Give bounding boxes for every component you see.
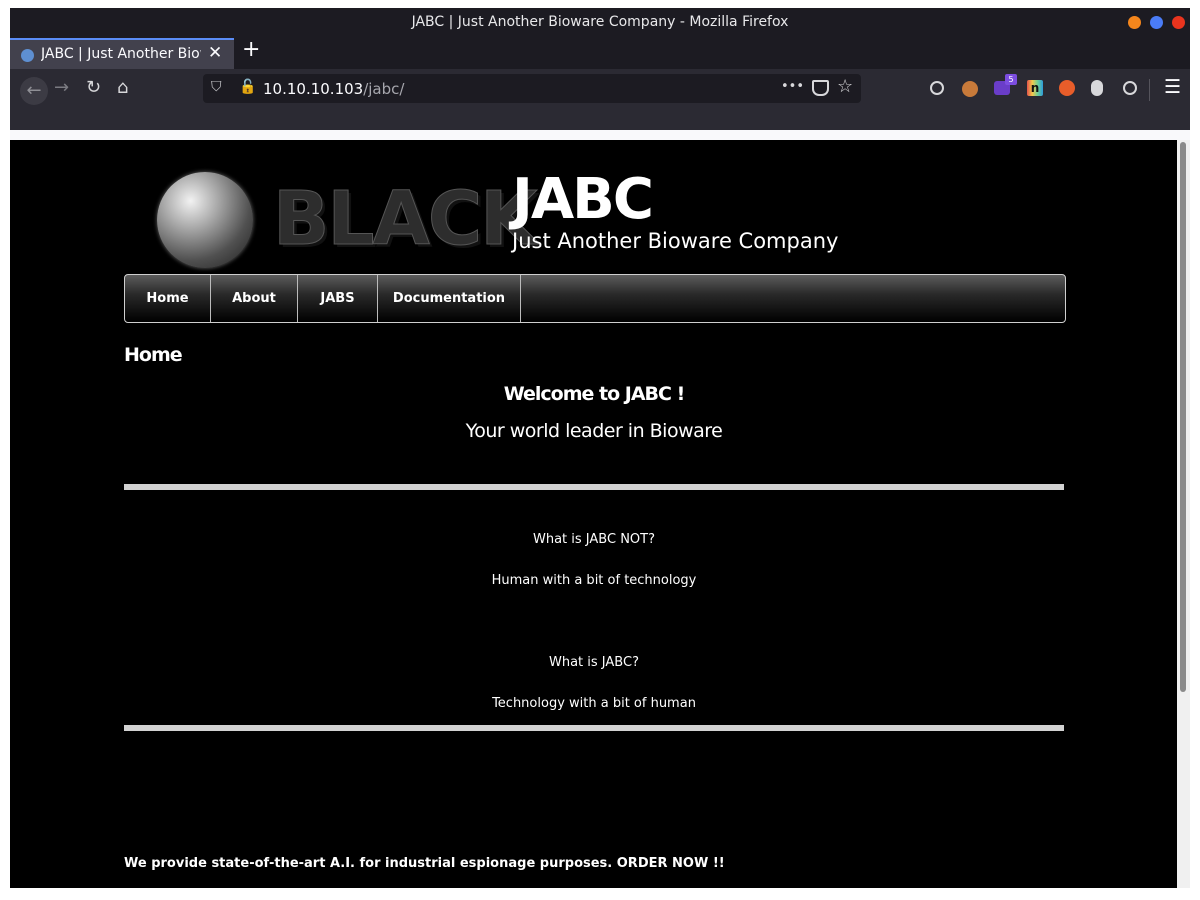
back-arrow-icon[interactable]: ←	[20, 77, 48, 105]
toolbar-gap	[10, 109, 1190, 130]
window-titlebar: JABC | Just Another Bioware Company - Mo…	[10, 8, 1190, 36]
menu-item-documentation[interactable]: Documentation	[378, 275, 521, 322]
site-name[interactable]: JABC	[512, 168, 654, 232]
home-icon[interactable]: ⌂	[117, 77, 128, 98]
tab-jabc[interactable]: JABC | Just Another Bioware Company ✕	[10, 38, 234, 69]
extension-badge-count: 5	[1005, 74, 1017, 85]
divider-bottom	[124, 725, 1064, 731]
menu-item-home[interactable]: Home	[125, 275, 211, 322]
pocket-icon[interactable]	[812, 80, 829, 96]
site-body: BLACK JABC Just Another Bioware Company …	[10, 140, 1177, 888]
answer-not: Human with a bit of technology	[491, 573, 697, 588]
new-tab-button[interactable]: +	[242, 37, 260, 62]
divider-top	[124, 484, 1064, 490]
question-not: What is JABC NOT?	[532, 532, 655, 547]
close-tab-icon[interactable]: ✕	[208, 43, 222, 63]
menu-divider	[1149, 79, 1150, 101]
minimize-button[interactable]	[1128, 16, 1141, 29]
question-is: What is JABC?	[549, 655, 639, 670]
window-title: JABC | Just Another Bioware Company - Mo…	[411, 14, 789, 30]
scrollbar-thumb[interactable]	[1180, 142, 1186, 692]
reload-icon[interactable]: ↻	[86, 77, 101, 98]
page-title: Home	[124, 344, 183, 366]
url-path: /jabc/	[363, 80, 405, 98]
answer-is: Technology with a bit of human	[492, 696, 696, 711]
maximize-button[interactable]	[1150, 16, 1163, 29]
logo-sphere-icon	[157, 172, 253, 268]
insecure-lock-icon[interactable]: 🔓	[239, 79, 256, 95]
foxyproxy-extension-icon[interactable]	[1059, 80, 1075, 96]
welcome-heading: Welcome to JABC !	[503, 383, 686, 405]
navigation-toolbar: ← → ↻ ⌂ ⛉ 🔓 10.10.10.103/jabc/ ••• ☆ 5 n…	[10, 69, 1190, 109]
notion-extension-icon[interactable]: n	[1027, 80, 1043, 96]
site-logo[interactable]: BLACK	[155, 170, 538, 270]
menu-item-about[interactable]: About	[211, 275, 298, 322]
url-text[interactable]: 10.10.10.103/jabc/	[263, 80, 404, 98]
footer-text: We provide state-of-the-art A.I. for ind…	[124, 856, 725, 871]
url-host: 10.10.10.103	[263, 80, 364, 98]
bookmark-star-icon[interactable]: ☆	[837, 76, 853, 97]
tab-strip: JABC | Just Another Bioware Company ✕ +	[10, 36, 1190, 69]
address-bar[interactable]: ⛉ 🔓 10.10.10.103/jabc/ ••• ☆	[203, 74, 861, 103]
drupal-favicon-icon	[21, 49, 34, 62]
page-viewport: BLACK JABC Just Another Bioware Company …	[10, 130, 1190, 888]
page-actions-icon[interactable]: •••	[781, 79, 804, 94]
hamburger-menu-icon[interactable]: ☰	[1164, 76, 1181, 98]
account-icon[interactable]	[1123, 81, 1137, 95]
close-window-button[interactable]	[1172, 16, 1185, 29]
main-menu: Home About JABS Documentation	[124, 274, 1066, 323]
browser-window: JABC | Just Another Bioware Company - Mo…	[10, 8, 1190, 888]
tracking-shield-icon[interactable]: ⛉	[211, 79, 222, 95]
gnome-extension-icon[interactable]	[1091, 80, 1103, 96]
logo-text: BLACK	[272, 176, 537, 263]
menu-item-jabs[interactable]: JABS	[298, 275, 378, 322]
tab-title: JABC | Just Another Bioware Company	[41, 46, 201, 62]
palette-extension-icon[interactable]	[962, 81, 978, 97]
cookie-extension-icon[interactable]	[930, 81, 944, 95]
page-scrollbar[interactable]	[1177, 140, 1190, 888]
site-slogan: Just Another Bioware Company	[512, 229, 839, 253]
tagline: Your world leader in Bioware	[465, 420, 723, 442]
forward-arrow-icon[interactable]: →	[54, 77, 69, 98]
